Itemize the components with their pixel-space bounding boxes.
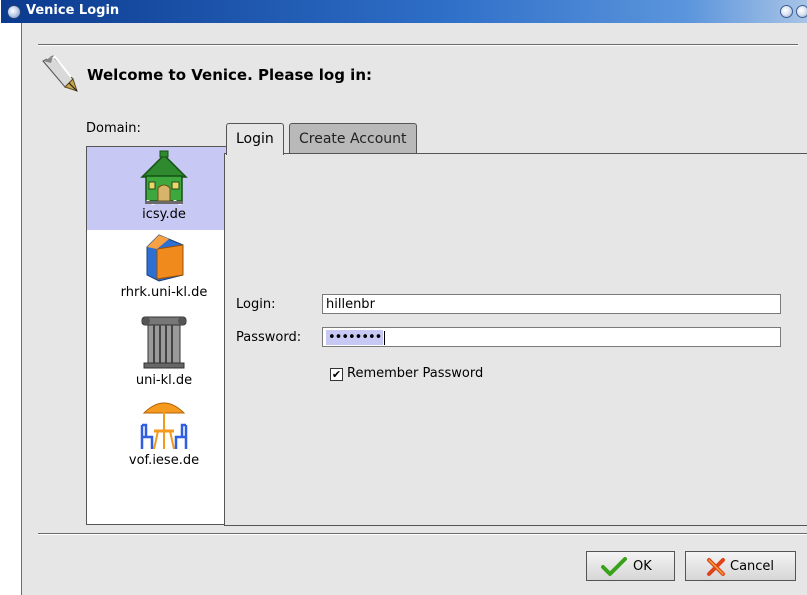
orange-blue-building-icon [146, 234, 184, 282]
domain-label-unikl: uni-kl.de [135, 373, 193, 388]
column-pillar-icon [141, 316, 187, 369]
parasol-chairs-icon [140, 402, 188, 450]
domain-label-icsy: icsy.de [142, 207, 186, 222]
remember-password-checkbox[interactable]: ✔ [330, 368, 343, 381]
password-input[interactable]: •••••••• [322, 327, 781, 347]
domain-label: Domain: [86, 121, 141, 136]
pen-writing-icon [42, 55, 78, 92]
login-window: Venice Login Welcome to Venice. Please l… [1, 0, 807, 595]
password-mask: •••••••• [326, 330, 384, 345]
cancel-button[interactable]: Cancel [685, 551, 796, 581]
domain-item-vof[interactable]: vof.iese.de [87, 395, 241, 475]
ok-button-label: OK [633, 559, 652, 574]
title-bar[interactable]: Venice Login [1, 0, 807, 23]
window-title: Venice Login [26, 3, 120, 18]
minimize-icon[interactable] [780, 5, 793, 18]
password-label: Password: [236, 330, 302, 345]
checkmark-icon [601, 557, 627, 576]
remember-password-label[interactable]: Remember Password [347, 366, 483, 381]
domain-item-icsy[interactable]: icsy.de [87, 147, 241, 230]
domain-item-rhrk[interactable]: rhrk.uni-kl.de [87, 233, 241, 313]
cancel-x-icon [707, 558, 725, 576]
welcome-heading: Welcome to Venice. Please log in: [87, 66, 372, 84]
domain-list[interactable]: icsy.de rhrk.uni-kl.de uni-kl.de vof.ies… [86, 146, 242, 525]
domain-item-unikl[interactable]: uni-kl.de [87, 313, 241, 393]
ok-button[interactable]: OK [586, 551, 675, 581]
tab-create-account[interactable]: Create Account [289, 123, 417, 153]
close-icon[interactable] [796, 5, 807, 18]
login-label: Login: [236, 297, 276, 312]
window-menu-icon[interactable] [7, 5, 21, 19]
text-caret [384, 330, 386, 345]
tab-login[interactable]: Login [226, 123, 284, 155]
footer-divider [38, 533, 807, 535]
domain-label-vof: vof.iese.de [128, 453, 200, 468]
domain-label-rhrk: rhrk.uni-kl.de [120, 285, 208, 300]
cancel-button-label: Cancel [730, 559, 775, 574]
login-input[interactable]: hillenbr [322, 294, 781, 314]
header-divider [38, 44, 798, 46]
green-house-icon [140, 150, 188, 205]
